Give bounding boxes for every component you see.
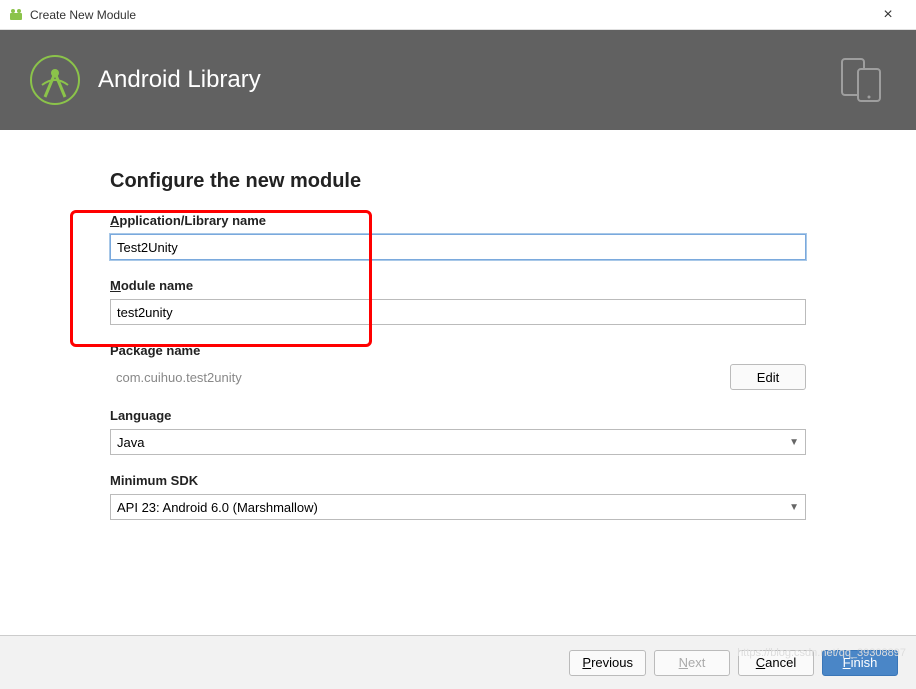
language-selected: Java [117,435,789,450]
language-label: Language [110,408,806,423]
previous-button[interactable]: Previous [569,650,646,676]
content-area: Configure the new module Application/Lib… [0,130,916,520]
module-name-field: Module name [110,278,806,325]
chevron-down-icon: ▼ [789,502,799,513]
min-sdk-label: Minimum SDK [110,473,806,488]
language-dropdown[interactable]: Java ▼ [110,429,806,455]
package-name-field: Package name com.cuihuo.test2unity Edit [110,343,806,390]
section-title: Configure the new module [110,170,806,193]
package-name-value: com.cuihuo.test2unity [110,367,720,388]
titlebar: Create New Module × [0,0,916,30]
android-studio-logo-icon [30,55,80,105]
app-name-input[interactable] [110,234,806,260]
min-sdk-selected: API 23: Android 6.0 (Marshmallow) [117,500,789,515]
dialog-footer: Previous Next Cancel Finish [0,635,916,689]
header-title: Android Library [98,66,836,94]
next-button[interactable]: Next [654,650,730,676]
language-field: Language Java ▼ [110,408,806,455]
window-title: Create New Module [30,8,868,22]
close-button[interactable]: × [868,1,908,29]
android-studio-icon [8,7,24,23]
devices-icon [836,55,886,105]
chevron-down-icon: ▼ [789,437,799,448]
module-name-label: Module name [110,278,806,293]
dialog-header: Android Library [0,30,916,130]
min-sdk-field: Minimum SDK API 23: Android 6.0 (Marshma… [110,473,806,520]
edit-package-button[interactable]: Edit [730,364,806,390]
package-name-label: Package name [110,343,806,358]
min-sdk-dropdown[interactable]: API 23: Android 6.0 (Marshmallow) ▼ [110,494,806,520]
module-name-input[interactable] [110,299,806,325]
app-name-label: Application/Library name [110,213,806,228]
app-name-field: Application/Library name [110,213,806,260]
watermark: https://blog.csdn.net/qq_39308897 [737,647,906,659]
